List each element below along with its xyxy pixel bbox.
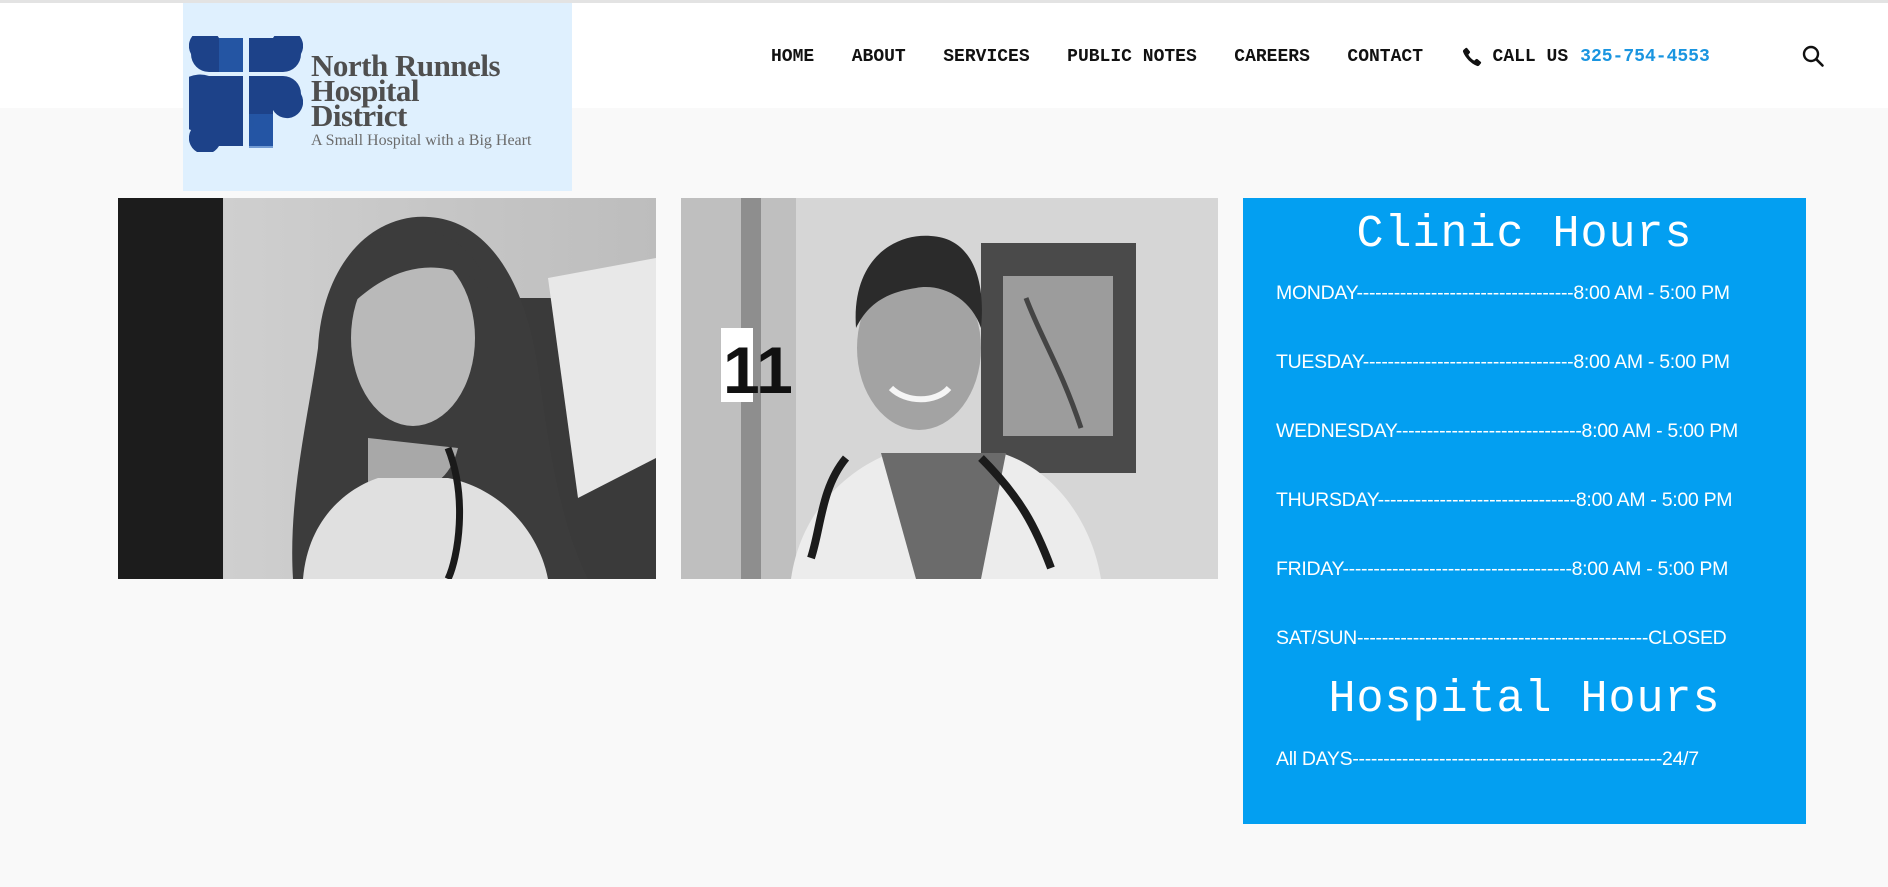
logo-tagline: A Small Hospital with a Big Heart	[311, 132, 532, 149]
phone-number[interactable]: 325-754-4553	[1580, 47, 1710, 67]
clinic-row-friday: FRIDAY----------------------------------…	[1276, 558, 1729, 580]
clinic-row-wednesday: WEDNESDAY------------------------------8…	[1276, 420, 1738, 442]
clinic-row-monday: MONDAY----------------------------------…	[1276, 282, 1730, 304]
nav-home[interactable]: HOME	[771, 47, 814, 67]
call-us-label: CALL US	[1492, 47, 1569, 67]
clinic-row-thursday: THURSDAY--------------------------------…	[1276, 489, 1733, 511]
male-provider-image: 11	[681, 198, 1218, 579]
clinic-row-weekend: SAT/SUN---------------------------------…	[1276, 627, 1727, 649]
logo-line-3: District	[311, 98, 407, 133]
hospital-hours-heading: Hospital Hours	[1328, 674, 1721, 725]
nav-about[interactable]: ABOUT	[852, 47, 906, 67]
phone-icon	[1462, 47, 1481, 67]
staff-photo-male-provider: 11	[681, 198, 1218, 579]
search-icon[interactable]	[1801, 44, 1825, 68]
clinic-row-tuesday: TUESDAY---------------------------------…	[1276, 351, 1730, 373]
hours-panel: Clinic Hours MONDAY---------------------…	[1243, 198, 1806, 824]
nav-contact[interactable]: CONTACT	[1347, 47, 1423, 67]
site-logo[interactable]: North Runnels Hospital District A Small …	[183, 3, 572, 191]
door-number: 11	[723, 333, 793, 407]
medical-cross-icon	[189, 36, 303, 152]
female-provider-image	[118, 198, 656, 579]
staff-photo-female-provider	[118, 198, 656, 579]
nav-public-notes[interactable]: PUBLIC NOTES	[1067, 47, 1197, 67]
hospital-row-all-days: All DAYS--------------------------------…	[1276, 748, 1699, 770]
main-nav: HOME ABOUT SERVICES PUBLIC NOTES CAREERS…	[771, 45, 1710, 69]
call-us-link[interactable]: CALL US 325-754-4553	[1461, 46, 1710, 68]
nav-services[interactable]: SERVICES	[943, 47, 1029, 67]
logo-wordmark: North Runnels Hospital District	[311, 50, 501, 133]
clinic-hours-heading: Clinic Hours	[1356, 209, 1693, 260]
nav-careers[interactable]: CAREERS	[1234, 47, 1310, 67]
